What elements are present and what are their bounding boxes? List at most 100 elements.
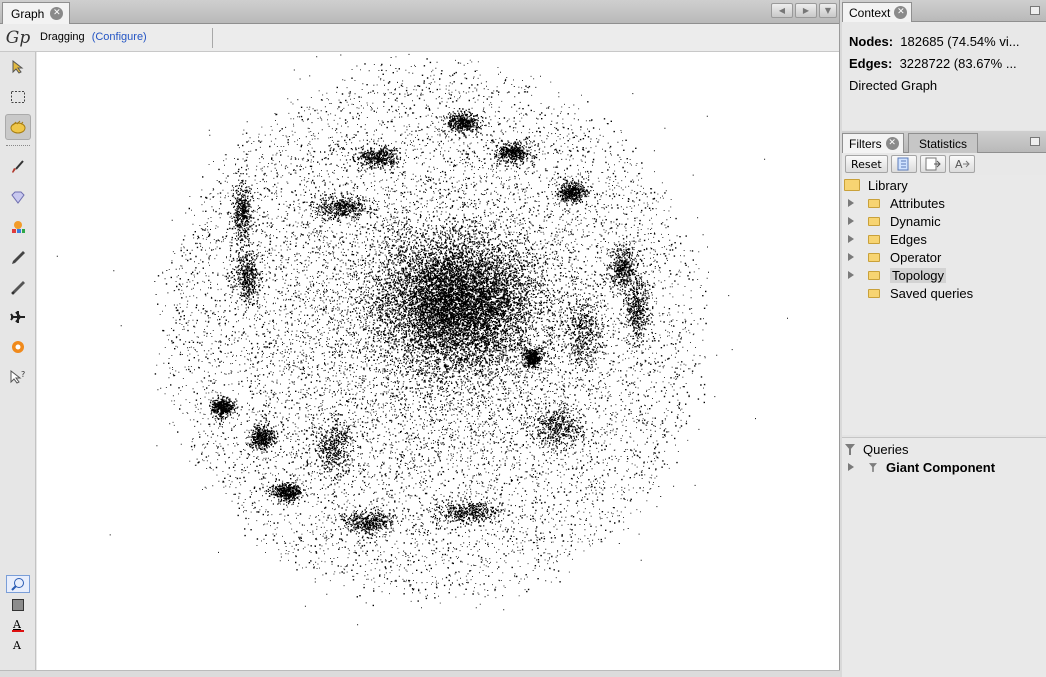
graph-canvas[interactable]: [37, 52, 839, 670]
filters-tabbar: Filters ✕ Statistics: [842, 131, 1046, 153]
expand-arrow-icon[interactable]: [848, 463, 854, 471]
graph-tabbar: Graph ✕ ◀ ▶ ▼: [0, 0, 839, 24]
graph-type: Directed Graph: [849, 78, 938, 93]
tab-filters-label: Filters: [849, 136, 882, 151]
folder-icon: [844, 179, 860, 191]
tree-item-label: Saved queries: [890, 285, 974, 301]
close-icon[interactable]: ✕: [894, 6, 908, 19]
drag-hand-icon[interactable]: [5, 114, 31, 140]
expand-arrow-spacer: [848, 289, 854, 297]
query-item-label: Giant Component: [886, 459, 996, 475]
tree-item-label: Dynamic: [890, 213, 941, 229]
heatmap-icon[interactable]: [5, 214, 31, 240]
filter-funnel-icon: [845, 443, 855, 455]
tab-graph[interactable]: Graph ✕: [2, 2, 71, 24]
folder-icon: [868, 198, 880, 208]
folder-icon: [868, 252, 880, 262]
pencil-icon[interactable]: [5, 244, 31, 270]
expand-arrow-icon[interactable]: [848, 199, 854, 207]
nodes-value: 182685 (74.54% vi...: [900, 34, 1020, 49]
svg-text:A: A: [12, 618, 22, 631]
svg-text:A: A: [955, 158, 963, 171]
configure-link[interactable]: (Configure): [92, 31, 147, 43]
tab-filters[interactable]: Filters ✕: [842, 133, 904, 153]
tab-graph-label: Graph: [11, 6, 45, 21]
expand-arrow-icon[interactable]: [848, 253, 854, 261]
horizontal-scrollbar[interactable]: [0, 670, 840, 677]
library-root[interactable]: Library: [844, 176, 908, 194]
tab-statistics-label: Statistics: [919, 136, 968, 151]
tab-nav-buttons: ◀ ▶ ▼: [771, 3, 837, 18]
pointer-help-icon[interactable]: ?: [5, 364, 31, 390]
label-font-icon[interactable]: A: [6, 636, 30, 654]
scroll-left-icon[interactable]: ◀: [771, 3, 793, 18]
expand-arrow-icon[interactable]: [848, 271, 854, 279]
query-item-giant-component[interactable]: Giant Component: [848, 458, 995, 476]
svg-text:A: A: [12, 639, 22, 652]
close-icon[interactable]: ✕: [50, 7, 64, 20]
filter-funnel-icon: [869, 462, 877, 472]
export-query-icon[interactable]: [890, 155, 917, 173]
tree-item-label: Topology: [890, 267, 947, 283]
toolbar-separator: [6, 145, 30, 146]
auto-refresh-icon[interactable]: A: [948, 155, 975, 173]
node-label-color-icon[interactable]: A: [6, 616, 30, 634]
library-label: Library: [868, 177, 908, 193]
reset-button[interactable]: Reset: [845, 155, 888, 173]
context-panel: Nodes: 182685 (74.54% vi... Edges: 32287…: [842, 22, 1046, 130]
graph-window: Graph ✕ ◀ ▶ ▼ Gp Dragging (Configure) ? …: [0, 0, 840, 677]
queries-root[interactable]: Queries: [845, 440, 909, 458]
queries-label: Queries: [863, 441, 909, 457]
scroll-right-icon[interactable]: ▶: [795, 3, 817, 18]
nodes-label: Nodes:: [849, 34, 894, 49]
left-tools-toolbar: ? A A: [0, 52, 36, 670]
selection-arrow-icon[interactable]: [5, 54, 31, 80]
filters-toolbar: Reset A: [842, 153, 1046, 175]
expand-arrow-icon[interactable]: [848, 217, 854, 225]
painter-brush-icon[interactable]: [5, 154, 31, 180]
graph-nodes: [56, 53, 788, 626]
background-color-icon[interactable]: [6, 596, 30, 614]
tab-statistics[interactable]: Statistics: [908, 133, 979, 153]
tree-item-topology[interactable]: Topology: [848, 266, 947, 284]
right-panels: Context ✕ Nodes: 182685 (74.54% vi... Ed…: [842, 0, 1046, 677]
toolbar-divider: [212, 28, 213, 48]
filter-library-tree: Library Attributes Dynamic Edges Operato…: [842, 175, 1046, 435]
tree-item-dynamic[interactable]: Dynamic: [848, 212, 941, 230]
tool-name: Dragging: [40, 31, 85, 43]
tree-item-attributes[interactable]: Attributes: [848, 194, 945, 212]
close-icon[interactable]: ✕: [885, 137, 899, 150]
edge-pencil-icon[interactable]: [5, 274, 31, 300]
minimize-icon[interactable]: [1030, 6, 1040, 15]
folder-icon: [868, 234, 880, 244]
tab-context[interactable]: Context ✕: [842, 2, 913, 22]
zoom-fit-icon[interactable]: [6, 575, 30, 593]
edges-label: Edges:: [849, 56, 893, 71]
queries-tree: Queries Giant Component: [842, 437, 1046, 677]
folder-icon: [868, 270, 880, 280]
save-query-icon[interactable]: [919, 155, 946, 173]
svg-text:?: ?: [21, 370, 25, 379]
expand-arrow-icon[interactable]: [848, 235, 854, 243]
graph-top-toolbar: Gp Dragging (Configure): [0, 24, 839, 52]
nodes-stat: Nodes: 182685 (74.54% vi...: [849, 31, 1039, 53]
current-tool-label: Dragging (Configure): [40, 31, 147, 43]
tree-item-label: Attributes: [890, 195, 945, 211]
shortest-path-plane-icon[interactable]: [5, 304, 31, 330]
tree-item-operator[interactable]: Operator: [848, 248, 941, 266]
tree-item-label: Operator: [890, 249, 942, 265]
tree-item-edges[interactable]: Edges: [848, 230, 927, 248]
edges-stat: Edges: 3228722 (83.67% ...: [849, 53, 1039, 75]
tree-item-label: Edges: [890, 231, 927, 247]
tree-item-saved-queries[interactable]: Saved queries: [848, 284, 973, 302]
diamond-size-icon[interactable]: [5, 184, 31, 210]
chevron-down-icon[interactable]: ▼: [819, 3, 837, 18]
folder-icon: [868, 216, 880, 226]
network-visualization[interactable]: [37, 52, 839, 670]
minimize-icon[interactable]: [1030, 137, 1040, 146]
edges-value: 3228722 (83.67% ...: [899, 56, 1017, 71]
rectangle-select-icon[interactable]: [5, 84, 31, 110]
gephi-logo: Gp: [5, 28, 31, 48]
folder-icon: [868, 288, 880, 298]
sunflower-icon[interactable]: [5, 334, 31, 360]
